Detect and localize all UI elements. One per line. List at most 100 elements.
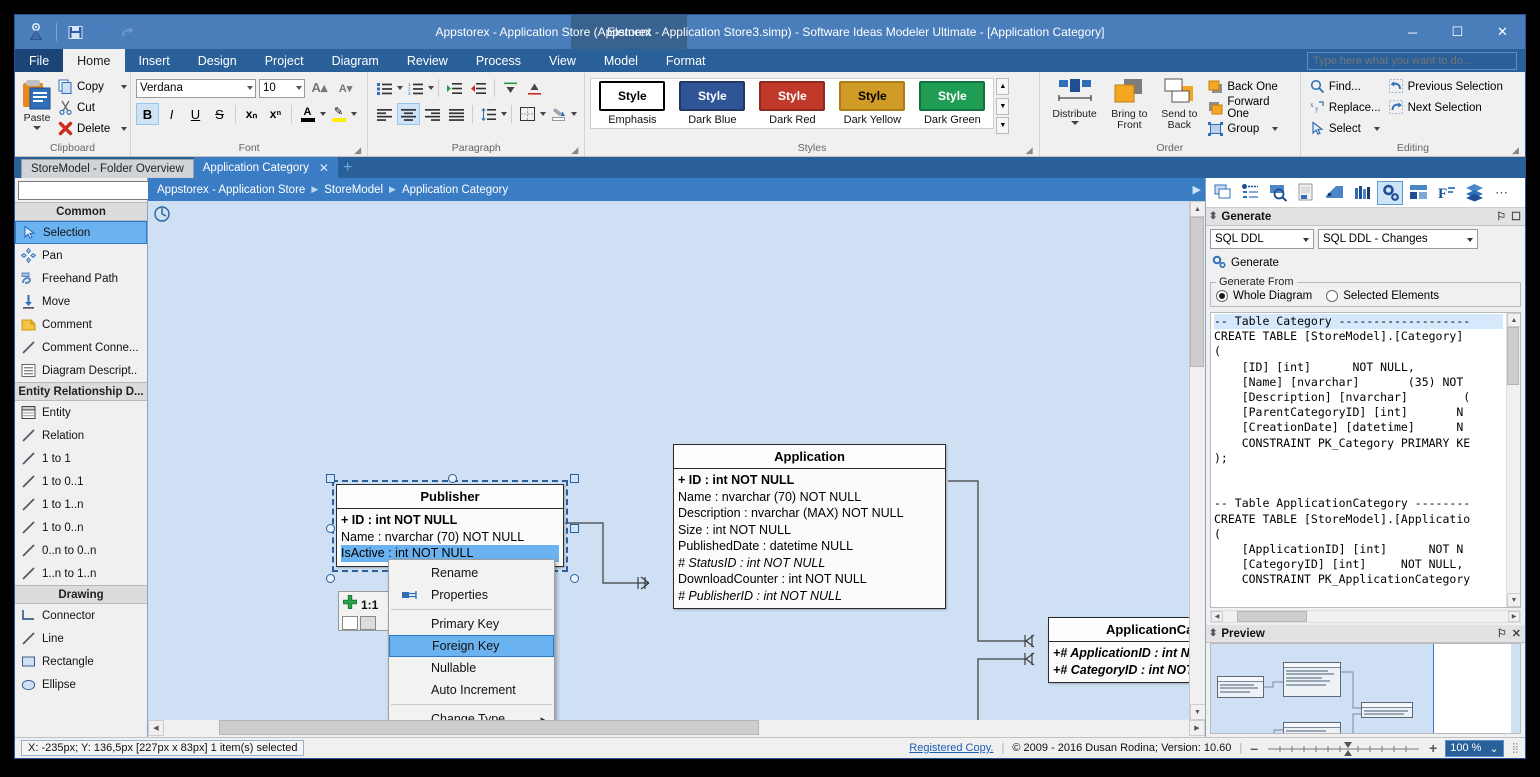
context-menu-item-rename[interactable]: Rename <box>389 562 554 584</box>
gallery-scroll-down-button[interactable]: ▼ <box>996 97 1010 115</box>
paste-button[interactable]: Paste <box>20 75 54 130</box>
toolbox-item-diagram-descript[interactable]: Diagram Descript.. <box>15 359 147 382</box>
highlight-dropdown-arrow[interactable] <box>351 112 357 116</box>
zoom-slider[interactable] <box>1266 742 1421 756</box>
decrease-indent-button[interactable] <box>467 77 490 99</box>
toolbox-item-freehand-path[interactable]: Freehand Path <box>15 267 147 290</box>
code-scroll-left-button[interactable]: ◀ <box>1211 611 1223 622</box>
inspect-icon[interactable] <box>1265 181 1291 205</box>
align-left-button[interactable] <box>373 103 396 125</box>
toolbox-item-line[interactable]: Line <box>15 627 147 650</box>
increase-indent-button[interactable] <box>443 77 466 99</box>
generate-button[interactable]: Generate <box>1206 252 1525 274</box>
breadcrumb-item[interactable]: Appstorex - Application Store <box>157 184 305 196</box>
save-icon[interactable] <box>66 23 85 42</box>
toolbox-item-move[interactable]: Move <box>15 290 147 313</box>
toolbox-item-comment-conne[interactable]: Comment Conne... <box>15 336 147 359</box>
close-icon[interactable]: ✕ <box>1512 627 1521 640</box>
document-icon[interactable] <box>1293 181 1319 205</box>
code-scroll-up-button[interactable]: ▲ <box>1507 313 1520 327</box>
code-scroll-down-button[interactable]: ▼ <box>1507 593 1520 607</box>
generate-from-option-whole-diagram[interactable]: Whole Diagram <box>1216 290 1312 302</box>
context-menu-item-auto-increment[interactable]: Auto Increment <box>389 679 554 701</box>
next-selection-button[interactable]: Next Selection <box>1385 97 1507 118</box>
close-icon[interactable]: ✕ <box>319 161 329 175</box>
resize-handle[interactable] <box>570 524 579 533</box>
line-spacing-button[interactable] <box>477 103 500 125</box>
shading-button[interactable] <box>547 103 570 125</box>
entity-field[interactable]: +# ApplicationID : int NOT NULL <box>1053 645 1189 662</box>
select-dropdown-arrow[interactable] <box>1373 126 1380 131</box>
generate-from-option-selected-elements[interactable]: Selected Elements <box>1326 290 1439 302</box>
borders-button[interactable] <box>516 103 539 125</box>
canvas-vertical-scrollbar[interactable]: ▲ ▼ <box>1189 201 1206 720</box>
format-icon[interactable]: F <box>1433 181 1459 205</box>
document-tab-application-category[interactable]: Application Category ✕ <box>193 157 338 178</box>
collapse-icon[interactable]: ⬍ <box>1209 628 1217 639</box>
preview-thumbnail[interactable] <box>1210 643 1521 734</box>
style-item-dark-green[interactable]: Style Dark Green <box>912 81 992 126</box>
entity-field[interactable]: # StatusID : int NOT NULL <box>678 555 941 572</box>
resize-handle[interactable] <box>326 574 335 583</box>
entity-field[interactable]: DownloadCounter : int NOT NULL <box>678 571 941 588</box>
toolbox-item-1-to-1-n[interactable]: 1 to 1..n <box>15 493 147 516</box>
ribbon-tab-diagram[interactable]: Diagram <box>318 49 393 72</box>
generate-mode-combo[interactable]: SQL DDL - Changes <box>1318 229 1478 249</box>
ribbon-tab-model[interactable]: Model <box>590 49 652 72</box>
contextual-tab-element[interactable]: Element <box>571 15 687 49</box>
align-top-button[interactable] <box>499 77 522 99</box>
toolbox-item-comment[interactable]: Comment <box>15 313 147 336</box>
maximize-icon[interactable]: ☐ <box>1511 210 1521 223</box>
font-color-dropdown-arrow[interactable] <box>320 112 326 116</box>
bullet-dropdown-arrow[interactable] <box>397 86 404 90</box>
entity-application[interactable]: Application + ID : int NOT NULL Name : nva… <box>673 444 946 609</box>
code-horizontal-scroll-thumb[interactable] <box>1237 611 1307 622</box>
bullet-list-button[interactable] <box>373 77 396 99</box>
delete-dropdown-arrow[interactable] <box>121 126 128 131</box>
redo-icon[interactable] <box>118 23 137 42</box>
properties-list-icon[interactable] <box>1237 181 1263 205</box>
toolbox-item-pan[interactable]: Pan <box>15 244 147 267</box>
toolbox-item-1-to-0-1[interactable]: 1 to 0..1 <box>15 470 147 493</box>
overflow-icon[interactable]: ⋯ <box>1489 181 1515 205</box>
canvas-horizontal-scrollbar[interactable]: ◀ ▶ <box>148 720 1205 737</box>
context-menu-item-foreign-key[interactable]: Foreign Key <box>389 635 554 657</box>
strikethrough-button[interactable]: S <box>208 103 231 125</box>
diagram-canvas[interactable]: Publisher + ID : int NOT NULL Name : nvarc… <box>148 201 1189 720</box>
borders-dropdown-arrow[interactable] <box>540 112 547 116</box>
back-one-button[interactable]: Back One <box>1204 76 1294 97</box>
toolbox-item-1-n-to-1-n[interactable]: 1..n to 1..n <box>15 562 147 585</box>
entity-field[interactable]: Size : int NOT NULL <box>678 522 941 539</box>
vertical-scroll-thumb[interactable] <box>1189 217 1204 367</box>
breadcrumb-item[interactable]: StoreModel <box>324 184 383 196</box>
ribbon-tab-format[interactable]: Format <box>652 49 720 72</box>
context-menu-item-change-type[interactable]: Change Type ▸ <box>389 708 554 720</box>
registered-copy-link[interactable]: Registered Copy. <box>909 742 993 754</box>
previous-selection-button[interactable]: Previous Selection <box>1385 76 1507 97</box>
ribbon-tab-design[interactable]: Design <box>184 49 251 72</box>
line-spacing-dropdown-arrow[interactable] <box>501 112 508 116</box>
editing-dialog-launcher[interactable]: ◢ <box>1510 142 1521 155</box>
generate-language-combo[interactable]: SQL DDL <box>1210 229 1314 249</box>
ribbon-tab-project[interactable]: Project <box>251 49 318 72</box>
style-item-dark-blue[interactable]: Style Dark Blue <box>672 81 752 126</box>
swatch-white[interactable] <box>342 616 358 630</box>
copy-dropdown-arrow[interactable] <box>120 84 127 89</box>
gallery-scroll-up-button[interactable]: ▲ <box>996 78 1010 95</box>
scroll-right-button[interactable]: ▶ <box>1189 720 1205 736</box>
align-center-button[interactable] <box>397 103 421 125</box>
scroll-left-button[interactable]: ◀ <box>148 720 164 736</box>
generate-gear-icon[interactable] <box>1377 180 1403 205</box>
paragraph-dialog-launcher[interactable]: ◢ <box>569 142 580 155</box>
toolbox-item-rectangle[interactable]: Rectangle <box>15 650 147 673</box>
scroll-down-button[interactable]: ▼ <box>1189 704 1206 720</box>
palette-icon[interactable] <box>1349 181 1375 205</box>
toolbox-item-1-to-1[interactable]: 1 to 1 <box>15 447 147 470</box>
font-color-button[interactable]: A <box>296 103 319 125</box>
entity-field[interactable]: +# CategoryID : int NOT NULL <box>1053 662 1189 679</box>
code-horizontal-scrollbar[interactable]: ◀ ▶ <box>1210 610 1521 623</box>
italic-button[interactable]: I <box>160 103 183 125</box>
new-tab-button[interactable]: + <box>343 159 352 177</box>
select-button[interactable]: Select <box>1306 118 1385 139</box>
entity-applicationcategory[interactable]: ApplicationCategory+# ApplicationID : in… <box>1048 617 1189 683</box>
